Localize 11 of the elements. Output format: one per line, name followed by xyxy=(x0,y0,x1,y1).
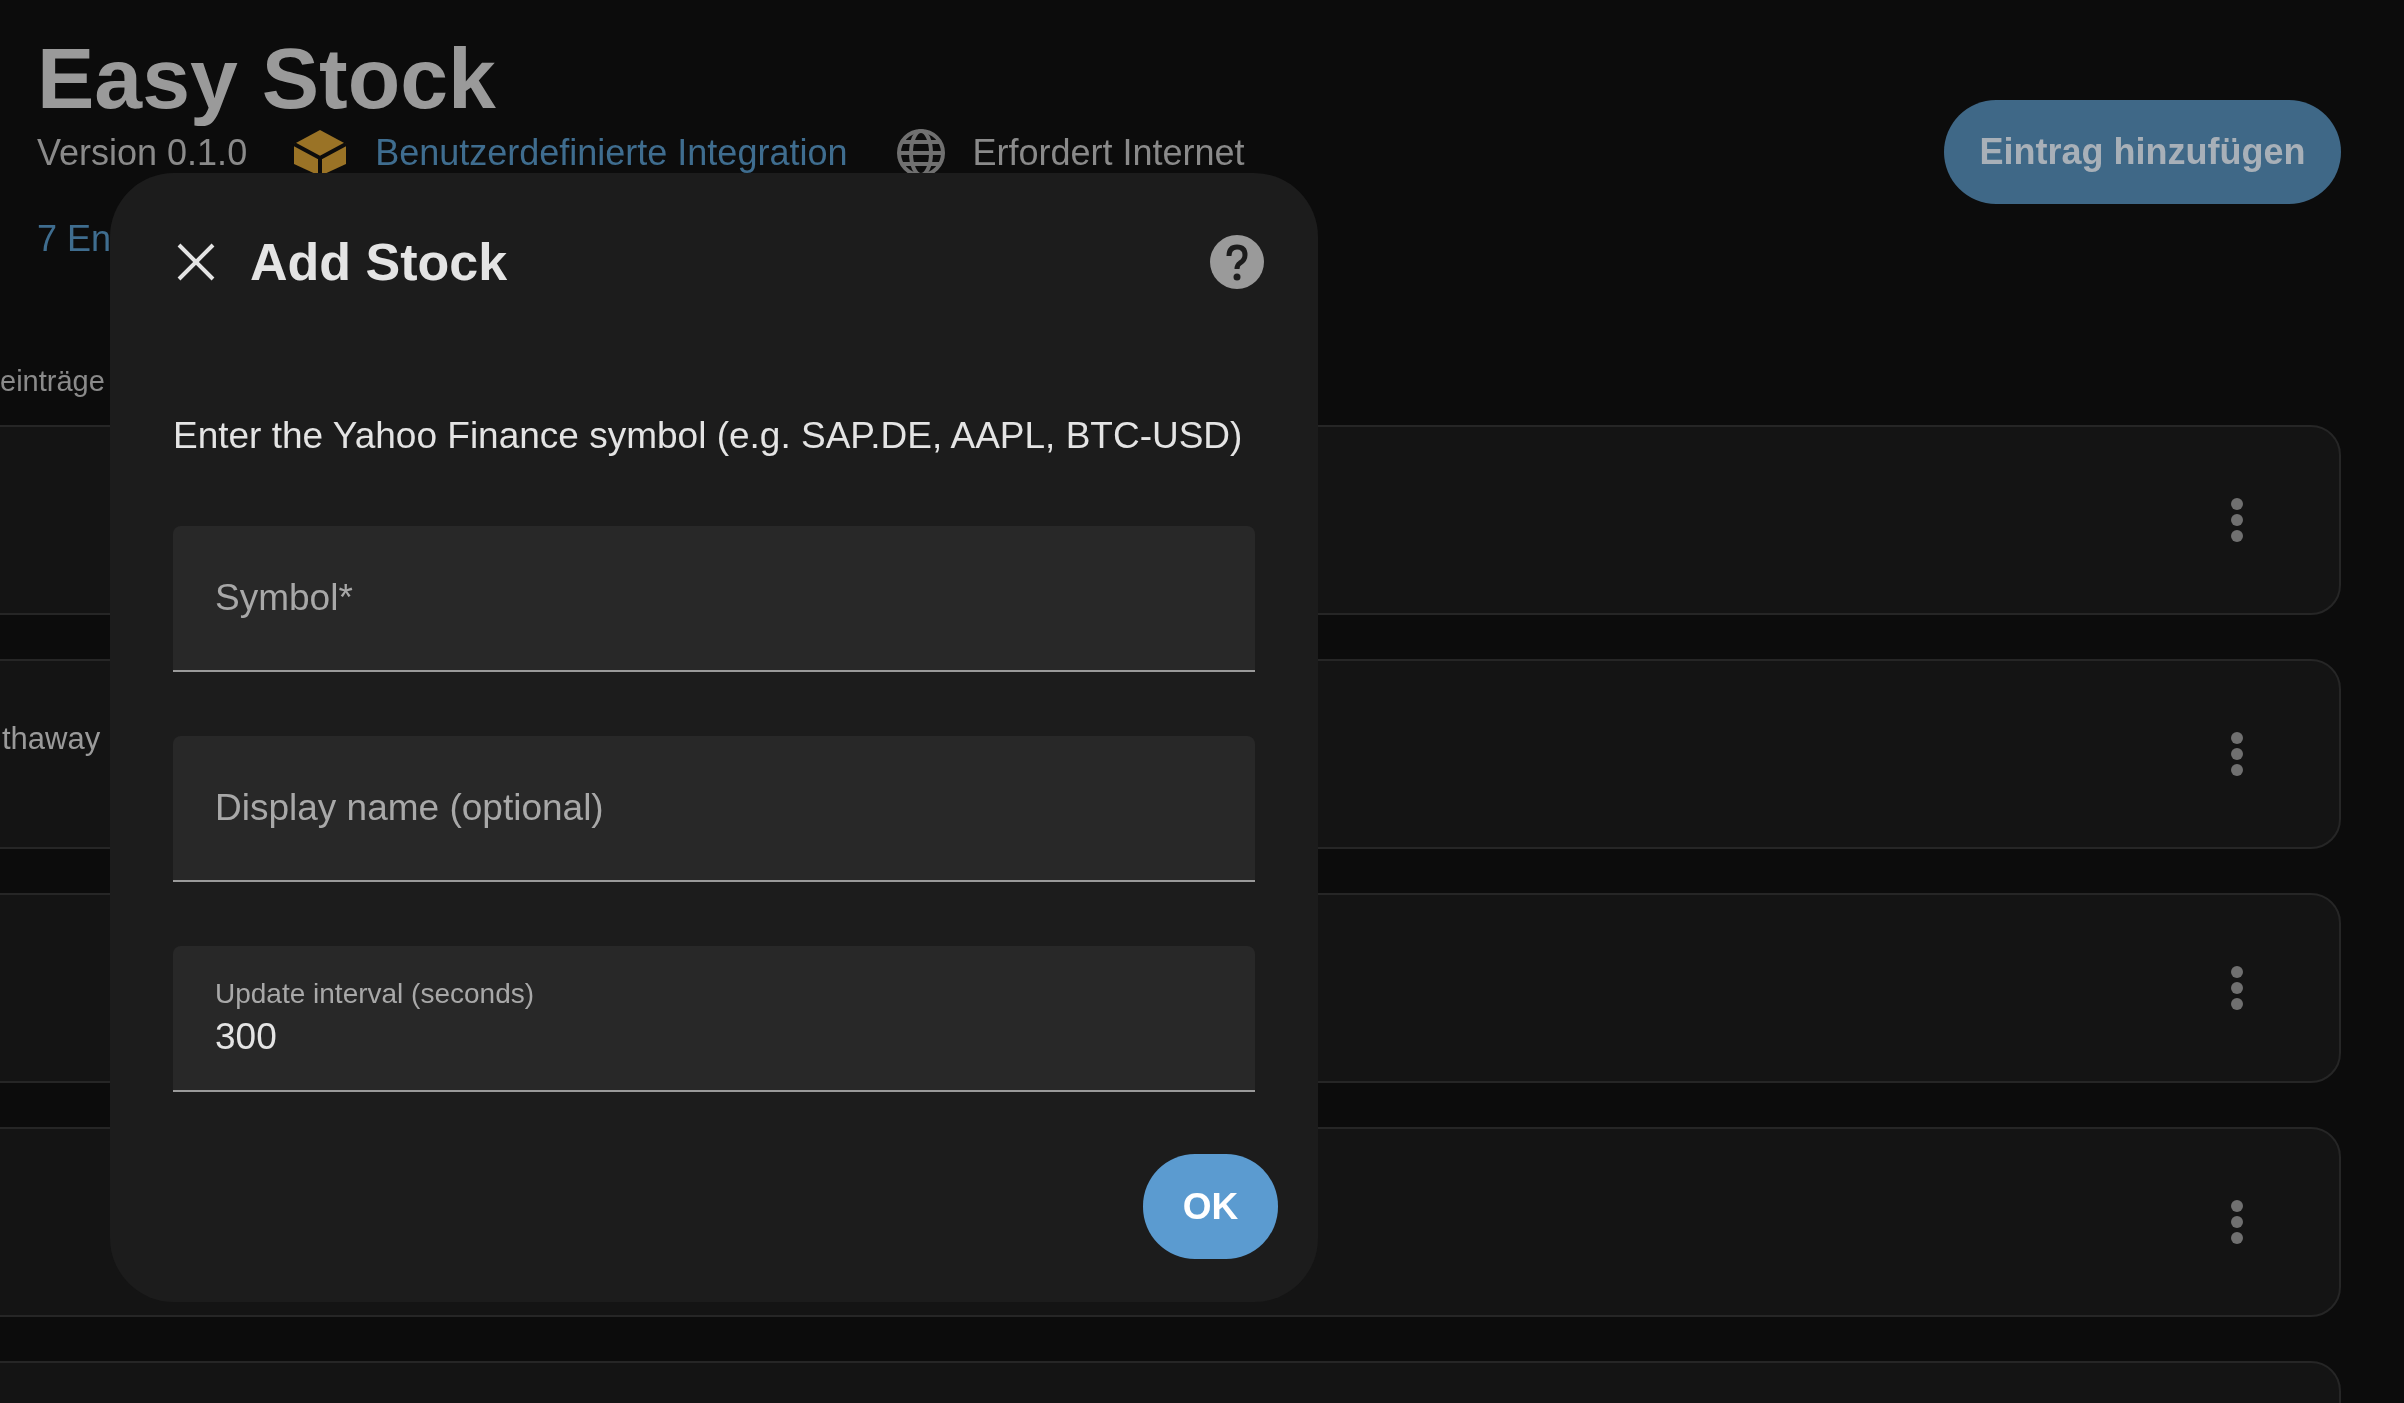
requirement-text: Erfordert Internet xyxy=(972,132,1245,174)
dialog-description: Enter the Yahoo Finance symbol (e.g. SAP.DE, AAPL, BTC-USD) xyxy=(173,414,1244,458)
field-label: Symbol* xyxy=(215,577,354,619)
field-value: 300 xyxy=(215,1016,278,1058)
section-heading: einträge xyxy=(0,364,105,399)
version-text: Version 0.1.0 xyxy=(37,132,248,174)
page-title: Easy Stock xyxy=(37,29,497,128)
dialog-title: Add Stock xyxy=(250,232,509,292)
field-label: Update interval (seconds) xyxy=(215,978,536,1010)
entry-name: thaway xyxy=(2,721,101,757)
field-label: Display name (optional) xyxy=(215,787,605,829)
